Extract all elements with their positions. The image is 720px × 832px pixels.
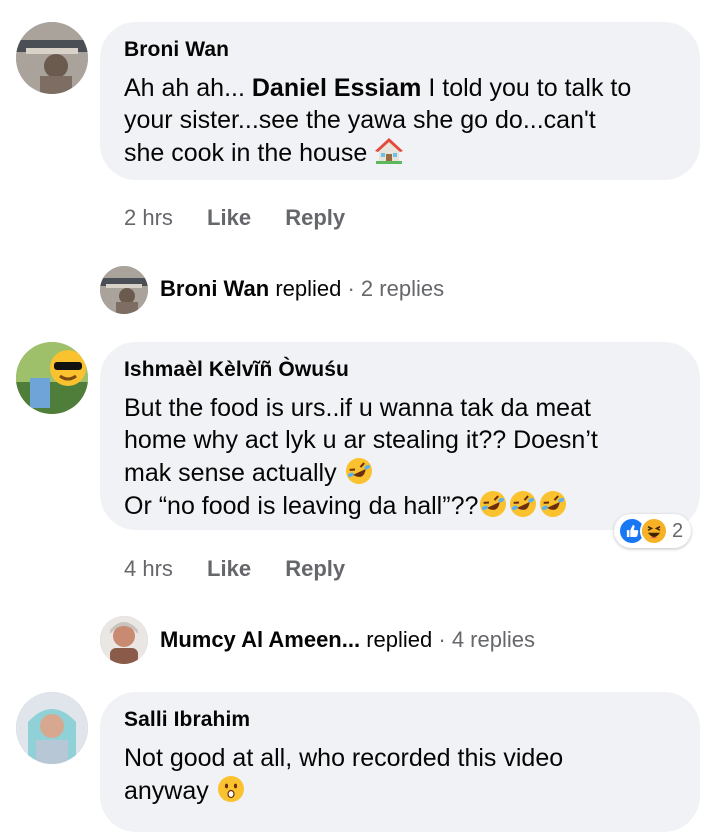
avatar-broni-wan-small bbox=[100, 266, 148, 314]
reply-count: · 4 replies bbox=[438, 627, 535, 652]
comment-text: Not good at all, who recorded this video… bbox=[124, 744, 564, 805]
replied-label: replied bbox=[366, 627, 433, 652]
comment-text: But the food is urs..if u wanna tak da m… bbox=[124, 394, 598, 520]
hushed-emoji-icon bbox=[216, 774, 246, 804]
reply-button[interactable]: Reply bbox=[285, 205, 345, 230]
avatar-salli[interactable] bbox=[16, 692, 88, 764]
view-replies-link[interactable]: Mumcy Al Ameen... replied · 4 replies bbox=[160, 627, 535, 653]
comment-author[interactable]: Broni Wan bbox=[124, 38, 229, 62]
avatar-broni-wan[interactable] bbox=[16, 22, 88, 94]
comment-time: 2 hrs bbox=[124, 205, 173, 230]
haha-icon bbox=[640, 517, 668, 545]
rofl-emoji-icon bbox=[478, 489, 508, 519]
like-button[interactable]: Like bbox=[207, 205, 251, 230]
reply-author: Mumcy Al Ameen... bbox=[160, 627, 361, 652]
rofl-emoji-icon bbox=[344, 456, 374, 486]
comment-bubble: Broni Wan Ah ah ah... Daniel Essiam I to… bbox=[100, 22, 700, 180]
reaction-count: 2 bbox=[672, 519, 684, 542]
mention-link[interactable]: Daniel Essiam bbox=[252, 74, 422, 102]
comment-author[interactable]: Ishmaèl Kèlvĩñ Òwuśu bbox=[124, 358, 349, 382]
rofl-emoji-icon bbox=[538, 489, 568, 519]
comment-text: Ah ah ah... Daniel Essiam I told you to … bbox=[124, 74, 632, 167]
view-replies-link[interactable]: Broni Wan replied · 2 replies bbox=[160, 276, 444, 302]
comment-meta: 4 hrs Like Reply bbox=[124, 556, 345, 582]
avatar-ishmael[interactable] bbox=[16, 342, 88, 414]
comment-bubble: Salli Ibrahim Not good at all, who recor… bbox=[100, 692, 700, 832]
comment-bubble: Ishmaèl Kèlvĩñ Òwuśu But the food is urs… bbox=[100, 342, 700, 530]
reply-button[interactable]: Reply bbox=[285, 556, 345, 581]
reply-author: Broni Wan bbox=[160, 276, 270, 301]
reply-count: · 2 replies bbox=[347, 276, 445, 301]
rofl-emoji-icon bbox=[508, 489, 538, 519]
replied-label: replied bbox=[275, 276, 342, 301]
comment-time: 4 hrs bbox=[124, 556, 173, 581]
comment-meta: 2 hrs Like Reply bbox=[124, 205, 345, 231]
reactions-summary[interactable]: 2 bbox=[614, 514, 692, 548]
avatar-mumcy bbox=[100, 616, 148, 664]
house-emoji-icon bbox=[374, 136, 404, 166]
comment-author[interactable]: Salli Ibrahim bbox=[124, 708, 250, 732]
like-button[interactable]: Like bbox=[207, 556, 251, 581]
